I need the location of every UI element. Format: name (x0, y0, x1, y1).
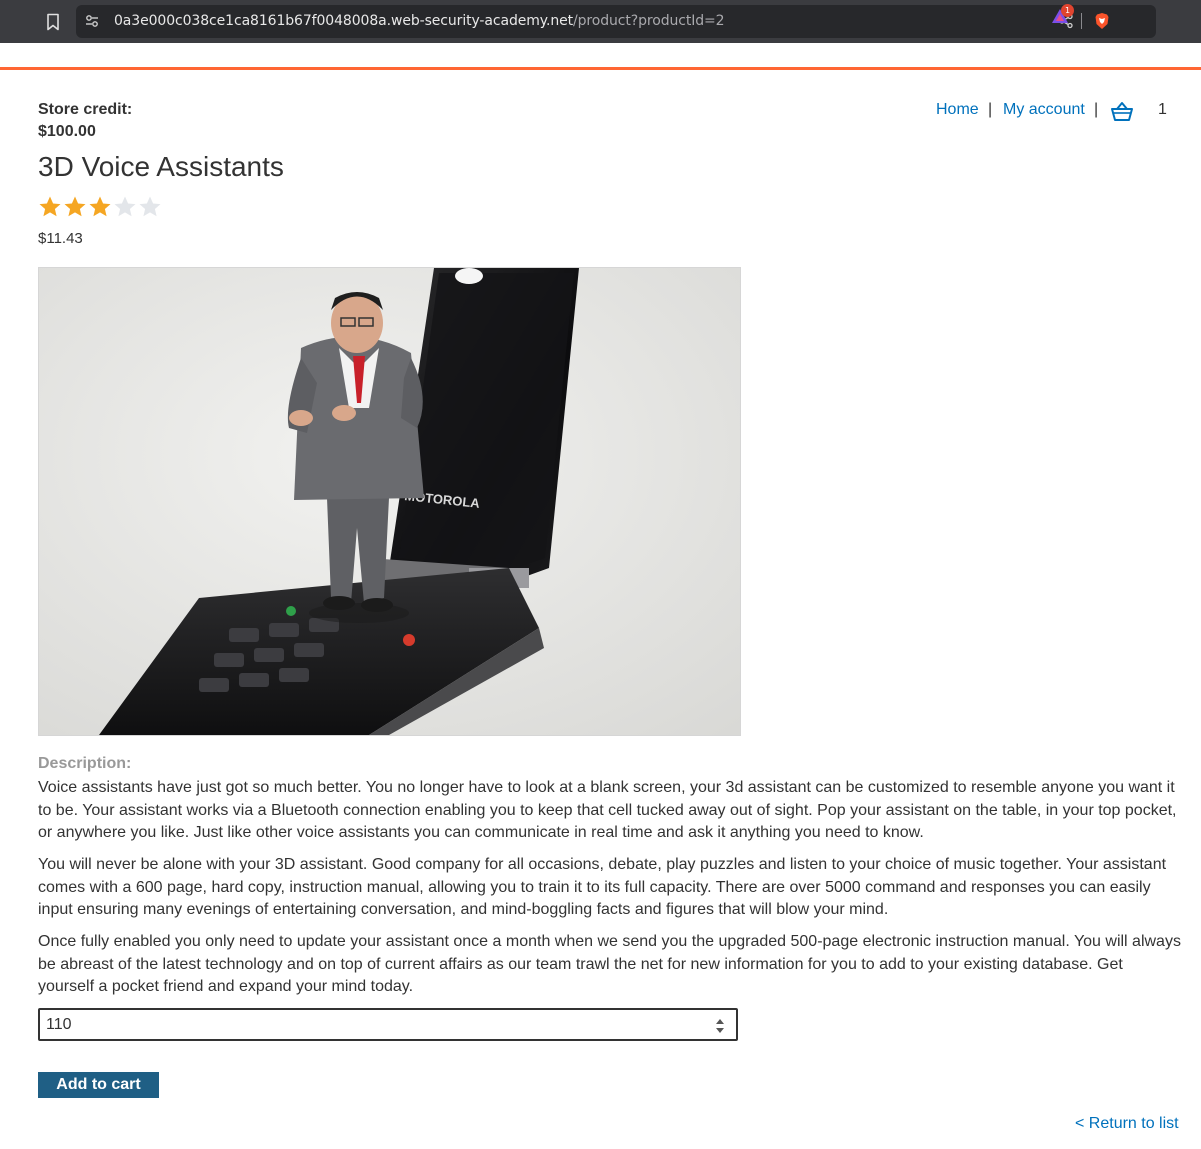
brave-shields-icon[interactable] (1093, 12, 1111, 30)
browser-toolbar: 0a3e000c038ce1ca8161b67f0048008a.web-sec… (0, 0, 1201, 43)
description-paragraph: You will never be alone with your 3D ass… (38, 856, 1167, 918)
star-empty-icon (114, 196, 136, 217)
cart-icon[interactable] (1109, 101, 1135, 123)
bookmark-icon[interactable] (44, 12, 62, 32)
add-to-cart-button[interactable]: Add to cart (38, 1072, 159, 1098)
description-paragraph: Once fully enabled you only need to upda… (38, 933, 1181, 995)
url-path: /product?productId=2 (573, 13, 725, 29)
url-domain: 0a3e000c038ce1ca8161b67f0048008a.web-sec… (114, 13, 573, 29)
nav-separator: | (988, 101, 993, 118)
notification-badge: 1 (1061, 4, 1074, 17)
product-photo-illustration: MOTOROLA (39, 268, 740, 735)
star-filled-icon (89, 196, 111, 217)
store-credit-label: Store credit: (38, 101, 133, 118)
quantity-stepper-icon[interactable] (714, 1017, 726, 1035)
star-empty-icon (139, 196, 161, 217)
product-rating (38, 195, 162, 219)
product-title: 3D Voice Assistants (38, 151, 284, 182)
store-credit-value: $100.00 (38, 123, 96, 140)
star-filled-icon (39, 196, 61, 217)
address-bar[interactable]: 0a3e000c038ce1ca8161b67f0048008a.web-sec… (76, 5, 1156, 38)
nav-my-account-link[interactable]: My account (1003, 101, 1085, 119)
star-filled-icon (64, 196, 86, 217)
cart-count: 1 (1158, 101, 1167, 118)
toolbar-divider (1081, 13, 1082, 29)
site-settings-icon[interactable] (84, 13, 100, 29)
nav-home-link[interactable]: Home (936, 101, 979, 119)
description-label: Description: (38, 755, 132, 772)
product-image: MOTOROLA (38, 267, 741, 736)
return-to-list-link[interactable]: < Return to list (1075, 1115, 1179, 1133)
quantity-value[interactable]: 110 (46, 1016, 72, 1034)
url-text[interactable]: 0a3e000c038ce1ca8161b67f0048008a.web-sec… (114, 13, 725, 29)
header-accent-line (0, 67, 1201, 70)
nav-separator: | (1094, 101, 1099, 118)
description-paragraph: Voice assistants have just got so much b… (38, 779, 1177, 841)
quantity-input[interactable]: 110 (38, 1008, 738, 1041)
product-price: $11.43 (38, 230, 83, 247)
